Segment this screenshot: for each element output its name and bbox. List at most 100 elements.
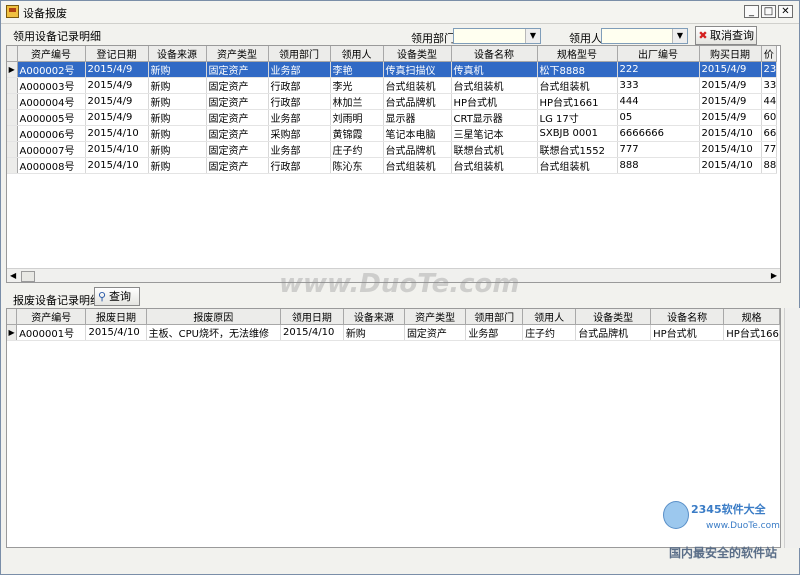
table-cell[interactable]: HP台式166 <box>723 324 780 341</box>
table-cell[interactable]: 行政部 <box>268 157 331 174</box>
table-cell[interactable]: 2015/4/10 <box>280 324 344 341</box>
table-cell[interactable]: 新购 <box>148 93 207 110</box>
table-cell[interactable]: A000006号 <box>17 125 86 142</box>
column-header[interactable]: 领用人 <box>330 46 384 62</box>
table-cell[interactable]: 固定资产 <box>206 109 269 126</box>
table-cell[interactable]: HP台式机 <box>451 93 538 110</box>
column-header[interactable]: 资产编号 <box>17 46 86 62</box>
table-cell[interactable]: 88 <box>761 157 778 174</box>
table-cell[interactable]: 行政部 <box>268 93 331 110</box>
table-cell[interactable]: 林加兰 <box>330 93 384 110</box>
table-cell[interactable]: 44 <box>761 93 778 110</box>
table-cell[interactable]: 新购 <box>148 157 207 174</box>
table-cell[interactable]: 台式组装机 <box>383 157 452 174</box>
bottom-grid-vertical-scrollbar[interactable] <box>784 308 800 548</box>
column-header[interactable]: 领用部门 <box>465 309 524 325</box>
column-header[interactable]: 领用人 <box>522 309 577 325</box>
table-cell[interactable]: 黄锦霞 <box>330 125 384 142</box>
table-cell[interactable]: 李光 <box>330 77 384 94</box>
table-cell[interactable]: A000007号 <box>17 141 86 158</box>
cancel-query-button[interactable]: ✖ 取消查询 <box>695 26 757 45</box>
column-header[interactable]: 购买日期 <box>699 46 762 62</box>
table-row[interactable]: ▶ A000001号 2015/4/10 主板、CPU烧坏，无法维修 2015/… <box>7 324 780 341</box>
table-cell[interactable]: 台式组装机 <box>451 157 538 174</box>
table-cell[interactable]: 2015/4/10 <box>85 324 147 341</box>
table-cell[interactable]: 444 <box>617 93 700 110</box>
table-row[interactable]: A000006号 2015/4/10 新购 固定资产 采购部 黄锦霞 笔记本电脑… <box>7 125 778 142</box>
table-cell[interactable]: 66 <box>761 125 778 142</box>
table-cell[interactable]: SXBJB 0001 <box>537 125 618 142</box>
scroll-left-icon[interactable]: ◀ <box>10 271 16 280</box>
table-cell[interactable]: 业务部 <box>465 324 524 341</box>
table-cell[interactable]: 笔记本电脑 <box>383 125 452 142</box>
table-cell[interactable]: 2015/4/10 <box>699 157 762 174</box>
column-header[interactable]: 资产类型 <box>404 309 467 325</box>
table-cell[interactable]: 33 <box>761 77 778 94</box>
table-cell[interactable]: 业务部 <box>268 109 331 126</box>
column-header[interactable]: 设备名称 <box>650 309 725 325</box>
column-header[interactable]: 设备名称 <box>451 46 538 62</box>
table-cell[interactable]: CRT显示器 <box>451 109 538 126</box>
table-cell[interactable]: 2015/4/9 <box>85 109 149 126</box>
minimize-icon[interactable]: _ <box>744 5 759 18</box>
table-cell[interactable]: 固定资产 <box>206 141 269 158</box>
table-cell[interactable]: 固定资产 <box>206 157 269 174</box>
table-row[interactable]: A000003号 2015/4/9 新购 固定资产 行政部 李光 台式组装机 台… <box>7 77 778 94</box>
table-cell[interactable]: 台式品牌机 <box>383 93 452 110</box>
column-header[interactable]: 设备来源 <box>148 46 207 62</box>
scroll-thumb[interactable] <box>21 271 35 282</box>
table-cell[interactable]: 6666666 <box>617 125 700 142</box>
table-cell[interactable]: HP台式1661 <box>537 93 618 110</box>
table-cell[interactable]: 台式组装机 <box>537 77 618 94</box>
column-header[interactable]: 规格 <box>723 309 780 325</box>
table-cell[interactable]: 05 <box>617 109 700 126</box>
table-cell[interactable]: 23 <box>761 61 778 78</box>
table-cell[interactable]: 888 <box>617 157 700 174</box>
column-header[interactable]: 资产编号 <box>16 309 87 325</box>
table-cell[interactable]: 2015/4/10 <box>85 141 149 158</box>
table-cell[interactable]: 采购部 <box>268 125 331 142</box>
table-cell[interactable]: 新购 <box>148 77 207 94</box>
table-cell[interactable]: 固定资产 <box>206 125 269 142</box>
column-header[interactable]: 设备类型 <box>383 46 452 62</box>
table-cell[interactable]: 业务部 <box>268 61 331 78</box>
table-cell[interactable]: A000005号 <box>17 109 86 126</box>
table-cell[interactable]: 2015/4/10 <box>699 125 762 142</box>
table-row[interactable]: A000007号 2015/4/10 新购 固定资产 业务部 庄子约 台式品牌机… <box>7 141 778 158</box>
table-cell[interactable]: 固定资产 <box>404 324 467 341</box>
table-cell[interactable]: LG 17寸 <box>537 109 618 126</box>
column-header[interactable]: 出厂编号 <box>617 46 700 62</box>
table-cell[interactable]: 333 <box>617 77 700 94</box>
table-cell[interactable]: 台式组装机 <box>537 157 618 174</box>
table-cell[interactable]: 2015/4/9 <box>85 77 149 94</box>
table-cell[interactable]: 刘雨明 <box>330 109 384 126</box>
table-cell[interactable]: 2015/4/9 <box>699 93 762 110</box>
table-cell[interactable]: 2015/4/10 <box>699 141 762 158</box>
table-cell[interactable]: 台式品牌机 <box>575 324 652 341</box>
table-cell[interactable]: 台式组装机 <box>383 77 452 94</box>
table-cell[interactable]: A000001号 <box>16 324 87 341</box>
table-cell[interactable]: 联想台式机 <box>451 141 538 158</box>
table-cell[interactable]: 陈沁东 <box>330 157 384 174</box>
column-header[interactable]: 领用部门 <box>268 46 331 62</box>
table-cell[interactable]: 2015/4/9 <box>85 61 149 78</box>
table-cell[interactable]: A000002号 <box>17 61 86 78</box>
table-cell[interactable]: 新购 <box>148 125 207 142</box>
table-cell[interactable]: HP台式机 <box>650 324 725 341</box>
table-cell[interactable]: A000003号 <box>17 77 86 94</box>
table-cell[interactable]: 台式品牌机 <box>383 141 452 158</box>
table-cell[interactable]: 2015/4/10 <box>85 125 149 142</box>
table-row[interactable]: ▶ A000002号 2015/4/9 新购 固定资产 业务部 李艳 传真扫描仪… <box>7 61 778 78</box>
chevron-down-icon[interactable]: ▼ <box>525 29 540 43</box>
table-cell[interactable]: 业务部 <box>268 141 331 158</box>
table-cell[interactable]: 庄子约 <box>522 324 577 341</box>
table-cell[interactable]: 松下8888 <box>537 61 618 78</box>
table-cell[interactable]: 222 <box>617 61 700 78</box>
table-cell[interactable]: 2015/4/9 <box>85 93 149 110</box>
table-cell[interactable]: 新购 <box>148 109 207 126</box>
table-cell[interactable]: A000004号 <box>17 93 86 110</box>
scroll-right-icon[interactable]: ▶ <box>771 271 777 280</box>
table-cell[interactable]: 三星笔记本 <box>451 125 538 142</box>
table-row[interactable]: A000008号 2015/4/10 新购 固定资产 行政部 陈沁东 台式组装机… <box>7 157 778 174</box>
column-header[interactable]: 领用日期 <box>280 309 344 325</box>
